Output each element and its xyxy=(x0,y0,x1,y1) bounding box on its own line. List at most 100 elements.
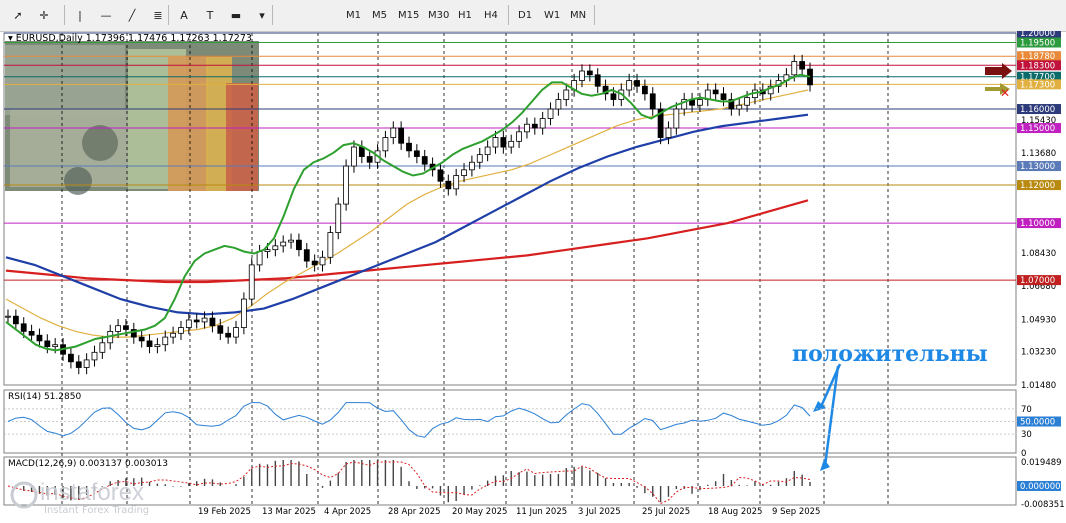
candle-body xyxy=(594,74,601,87)
candle-body xyxy=(5,315,11,318)
price-axis-label: 1.04930 xyxy=(1021,315,1056,325)
candle-body xyxy=(445,180,452,190)
level-label-text: 1.16000 xyxy=(1020,105,1055,115)
macd-axis-label: 0.019489 xyxy=(1021,458,1062,468)
candle-body xyxy=(712,89,719,95)
candle-body xyxy=(413,150,420,157)
level-label-text: 1.15000 xyxy=(1020,124,1055,134)
date-axis-label: 19 Feb 2025 xyxy=(198,507,251,517)
candle-body xyxy=(154,344,161,348)
candle-body xyxy=(327,232,334,258)
horizontal-line-icon[interactable]: — xyxy=(94,4,118,26)
candle-body xyxy=(83,359,90,368)
candle-body xyxy=(225,332,232,338)
timeframe-m5-button[interactable]: M5 xyxy=(368,4,391,26)
candle-body xyxy=(311,260,318,266)
candle-body xyxy=(720,93,727,100)
candle-body xyxy=(20,323,27,332)
date-axis-label: 28 Apr 2025 xyxy=(388,507,441,517)
banknote-shape xyxy=(226,83,258,191)
date-axis-label: 25 Jul 2025 xyxy=(642,507,690,517)
candle-body xyxy=(492,137,499,148)
candle-body xyxy=(209,317,216,327)
candle-body xyxy=(539,118,546,129)
candle-body xyxy=(264,249,271,252)
currency-photo xyxy=(5,41,259,195)
candle-body xyxy=(75,361,82,368)
timeframe-h4-button[interactable]: H4 xyxy=(480,4,502,26)
date-axis-label: 20 May 2025 xyxy=(452,507,507,517)
shapes-icon[interactable]: ▬ xyxy=(224,4,248,26)
candle-body xyxy=(170,332,177,338)
chart-svg[interactable]: 1.200001.195001.187801.183001.177001.173… xyxy=(0,28,1066,520)
timeframe-d1-button[interactable]: D1 xyxy=(514,4,536,26)
toolbar-separator xyxy=(594,5,595,25)
level-label-text: 1.13000 xyxy=(1020,162,1055,172)
candle-body xyxy=(641,85,648,95)
candle-body xyxy=(531,123,538,129)
watermark-brand: instaforex xyxy=(40,479,145,506)
candle-body xyxy=(516,131,522,142)
toolbar-separator xyxy=(272,5,273,25)
trendline-icon[interactable]: ╱ xyxy=(120,4,144,26)
candle-body xyxy=(563,89,570,100)
candle-body xyxy=(193,319,200,323)
toolbar-separator xyxy=(508,5,509,25)
candle-body xyxy=(68,353,74,363)
candle-body xyxy=(508,140,515,148)
candle-body xyxy=(217,325,224,334)
fibonacci-icon[interactable]: ≣ xyxy=(146,4,170,26)
candle-body xyxy=(138,336,145,342)
macd-axis-label: 0.000000 xyxy=(1020,482,1061,492)
candle-body xyxy=(398,127,405,144)
level-label-text: 1.12000 xyxy=(1020,181,1055,191)
chart-header: ▾ EURUSD,Daily 1.17396 1.17476 1.17263 1… xyxy=(8,33,252,44)
rsi-label: RSI(14) 51.2850 xyxy=(8,392,82,402)
candle-body xyxy=(28,331,35,336)
candle-body xyxy=(91,351,98,361)
text-icon[interactable]: A xyxy=(172,4,196,26)
candle-body xyxy=(146,340,153,348)
date-axis-label: 11 Jun 2025 xyxy=(516,507,567,517)
timeframe-m1-button[interactable]: M1 xyxy=(342,4,365,26)
candle-body xyxy=(665,127,672,138)
candle-body xyxy=(288,239,294,243)
label-icon[interactable]: T xyxy=(198,4,222,26)
candle-body xyxy=(358,146,365,157)
timeframe-m15-button[interactable]: M15 xyxy=(394,4,423,26)
level-label-text: 1.07000 xyxy=(1020,276,1055,286)
date-axis-label: 13 Mar 2025 xyxy=(262,507,316,517)
cursor-icon[interactable]: ➚ xyxy=(6,4,30,26)
candle-body xyxy=(343,165,349,205)
candle-body xyxy=(185,319,192,329)
vertical-line-icon[interactable]: | xyxy=(68,4,92,26)
price-axis-label: 1.13680 xyxy=(1021,149,1056,159)
candle-body xyxy=(201,317,208,323)
candle-body xyxy=(649,93,656,110)
candle-body xyxy=(12,315,19,325)
date-axis-label: 9 Sep 2025 xyxy=(772,507,820,517)
timeframe-w1-button[interactable]: W1 xyxy=(540,4,564,26)
candle-body xyxy=(547,108,554,119)
candle-body xyxy=(469,161,475,171)
level-label-text: 1.10000 xyxy=(1020,219,1055,229)
candle-body xyxy=(248,264,255,300)
date-axis-label: 18 Aug 2025 xyxy=(708,507,762,517)
price-axis-label: 1.01480 xyxy=(1021,381,1056,391)
crosshair-icon[interactable]: ✛ xyxy=(32,4,56,26)
timeframe-mn-button[interactable]: MN xyxy=(566,4,590,26)
level-label-text: 1.19500 xyxy=(1020,39,1055,49)
candle-body xyxy=(256,251,263,266)
dropdown-icon[interactable]: ▾ xyxy=(250,4,274,26)
candle-body xyxy=(162,336,169,346)
timeframe-h1-button[interactable]: H1 xyxy=(454,4,476,26)
candle-body xyxy=(233,327,239,338)
candle-body xyxy=(240,298,247,329)
candle-body xyxy=(791,61,798,76)
candle-body xyxy=(406,142,412,152)
rsi-axis-label: 30 xyxy=(1021,430,1032,440)
date-axis-label: 3 Jul 2025 xyxy=(578,507,621,517)
timeframe-m30-button[interactable]: M30 xyxy=(424,4,453,26)
chart-area[interactable]: 1.200001.195001.187801.183001.177001.173… xyxy=(0,28,1066,520)
candle-body xyxy=(744,97,750,106)
